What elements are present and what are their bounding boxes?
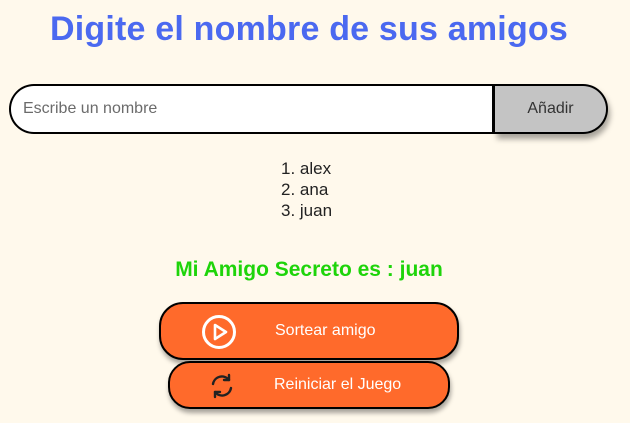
draw-friend-button[interactable]: Sortear amigo	[159, 302, 459, 360]
friend-item: 2. ana	[281, 180, 329, 199]
draw-friend-label: Sortear amigo	[275, 322, 376, 339]
add-button[interactable]: Añadir	[495, 84, 608, 134]
friend-name: juan	[299, 201, 333, 220]
friend-name: ana	[299, 180, 329, 199]
page: Digite el nombre de sus amigos Añadir 1.…	[0, 0, 630, 423]
friend-name: alex	[299, 159, 332, 178]
refresh-icon	[208, 372, 236, 400]
page-title: Digite el nombre de sus amigos	[49, 10, 568, 48]
friend-item: 3. juan	[281, 201, 333, 220]
play-circle-icon	[201, 314, 237, 350]
friend-item: 1. alex	[281, 159, 332, 178]
friend-name-input[interactable]	[9, 84, 495, 134]
reset-game-label: Reiniciar el Juego	[274, 376, 402, 393]
add-friend-form: Añadir	[9, 84, 609, 138]
reset-game-button[interactable]: Reiniciar el Juego	[168, 361, 450, 409]
friends-list: 1. alex 2. ana 3. juan	[281, 158, 332, 221]
secret-friend-result: Mi Amigo Secreto es : juan	[175, 258, 443, 281]
